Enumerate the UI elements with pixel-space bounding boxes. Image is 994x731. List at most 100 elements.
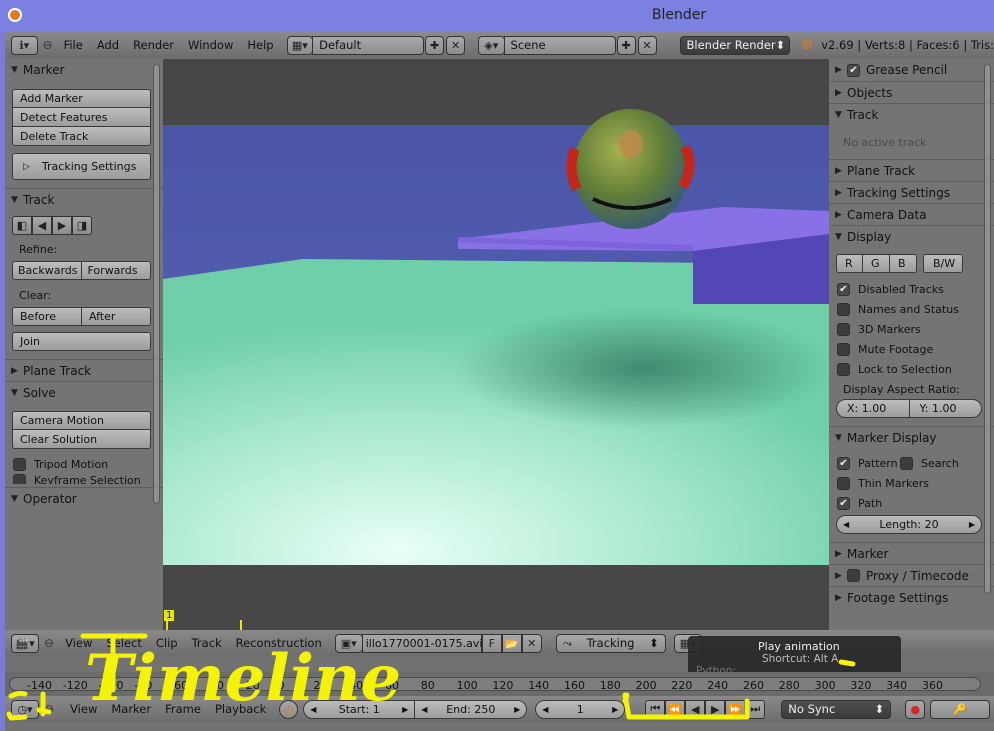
add-marker-button[interactable]: Add Marker [12,89,151,108]
join-button[interactable]: Join [12,332,151,351]
add-scene-icon[interactable]: ✚ [616,35,636,55]
keying-set-icon[interactable]: 🔑 [930,699,991,719]
pattern-checkbox[interactable]: ✔ Pattern Search [829,453,994,473]
play-reverse-icon[interactable]: ◀ [685,699,706,719]
record-icon[interactable]: ● [905,699,926,719]
path-checkbox[interactable]: ✔ Path [829,493,994,513]
scene-icon[interactable]: ◈▾ [478,35,505,55]
open-clip-icon[interactable]: 📂 [501,633,522,653]
add-layout-icon[interactable]: ✚ [425,35,445,55]
display-header[interactable]: ▼ Display [829,225,994,247]
current-frame-field[interactable]: ◀ 1 ▶ [535,699,626,719]
clip-menu-view[interactable]: View [58,636,99,650]
clip-viewport[interactable]: 1 [163,59,833,630]
decrement-icon[interactable]: ◀ [310,705,316,714]
markers-3d-checkbox[interactable]: 3D Markers [829,319,994,339]
plane-track-section-header[interactable]: ▶ Plane Track [5,359,163,381]
jump-keyframe-back-icon[interactable]: ⏪ [665,699,686,719]
fake-user-toggle[interactable]: F [481,633,502,653]
clear-after-button[interactable]: After [82,307,151,326]
properties-scrollbar[interactable] [984,64,991,594]
menu-window[interactable]: Window [181,38,240,52]
unlink-clip-icon[interactable]: ✕ [521,633,542,653]
lock-selection-checkbox[interactable]: Lock to Selection [829,359,994,379]
camera-motion-button[interactable]: Camera Motion [12,411,151,430]
increment-icon[interactable]: ▶ [969,520,975,529]
clip-menu-track[interactable]: Track [185,636,229,650]
grease-pencil-header[interactable]: ▶ ✔ Grease Pencil [829,59,994,81]
channel-bw-button[interactable]: B/W [923,254,963,273]
channel-g-button[interactable]: G [863,254,890,273]
disabled-tracks-checkbox[interactable]: ✔ Disabled Tracks [829,279,994,299]
timeline-menu-view[interactable]: View [58,702,104,716]
editor-type-info-icon[interactable]: ℹ▾ [11,35,38,55]
increment-icon[interactable]: ▶ [612,705,618,714]
tripod-motion-checkbox[interactable]: Tripod Motion [5,454,163,474]
keyframe-selection-checkbox[interactable]: Keyframe Selection [5,474,163,484]
menu-help[interactable]: Help [240,38,280,52]
collapse-menu-icon[interactable]: ⊖ [40,702,58,716]
proxy-timecode-header[interactable]: ▶ Proxy / Timecode [829,564,994,586]
footage-settings-header[interactable]: ▶ Footage Settings [829,586,994,608]
timeline-menu-playback[interactable]: Playback [208,702,273,716]
proxy-checkbox[interactable] [847,569,860,582]
camera-data-header[interactable]: ▶ Camera Data [829,203,994,225]
mode-select[interactable]: ⤳ Tracking ⬍ [555,633,666,653]
timeline-menu-frame[interactable]: Frame [158,702,208,716]
editor-type-timeline-icon[interactable]: ◷▾ [11,699,39,719]
delete-track-button[interactable]: Delete Track [12,127,151,146]
scene-select[interactable]: Scene [503,35,616,55]
jump-end-icon[interactable]: ⏭ [745,699,766,719]
tool-shelf-scrollbar[interactable] [153,64,160,504]
jump-keyframe-forward-icon[interactable]: ⏩ [725,699,746,719]
render-engine-select[interactable]: Blender Render ⬍ [679,35,790,55]
start-frame-field[interactable]: ◀ Start: 1 ▶ [303,699,416,719]
clip-menu-select[interactable]: Select [99,636,148,650]
marker-section-header[interactable]: ▼ Marker [5,59,163,81]
detect-features-button[interactable]: Detect Features [12,108,151,127]
solve-section-header[interactable]: ▼ Solve [5,381,163,403]
jump-start-icon[interactable]: ⏮ [645,699,666,719]
objects-header[interactable]: ▶ Objects [829,81,994,103]
grease-pencil-checkbox[interactable]: ✔ [847,63,860,77]
track-backwards-all-icon[interactable]: ◧ [12,216,32,235]
operator-section-header[interactable]: ▼ Operator [5,487,163,509]
menu-add[interactable]: Add [90,38,126,52]
thin-markers-checkbox[interactable]: Thin Markers [829,473,994,493]
track-backwards-icon[interactable]: ◀ [32,216,52,235]
plane-track-header[interactable]: ▶ Plane Track [829,159,994,181]
editor-type-clip-icon[interactable]: 🎬▾ [11,633,39,653]
path-length-field[interactable]: ◀ Length: 20 ▶ [836,515,982,534]
remove-layout-icon[interactable]: ✕ [446,35,466,55]
channel-b-button[interactable]: B [890,254,917,273]
screen-layout-select[interactable]: Default [312,35,425,55]
clear-before-button[interactable]: Before [12,307,82,326]
clip-name-field[interactable]: illo1770001-0175.avi [361,633,482,653]
track-forwards-icon[interactable]: ▶ [52,216,72,235]
increment-icon[interactable]: ▶ [402,705,408,714]
tracking-settings-button[interactable]: ▷ Tracking Settings [12,153,151,180]
track-section-header[interactable]: ▼ Track [5,188,163,210]
aspect-x-field[interactable]: X: 1.00 [836,399,910,418]
increment-icon[interactable]: ▶ [514,705,520,714]
end-frame-field[interactable]: ◀ End: 250 ▶ [415,699,528,719]
track-header[interactable]: ▼ Track [829,103,994,125]
decrement-icon[interactable]: ◀ [542,705,548,714]
search-checkbox-box[interactable] [900,456,913,470]
clear-solution-button[interactable]: Clear Solution [12,430,151,449]
menu-file[interactable]: File [57,38,90,52]
clip-browse-icon[interactable]: ▣▾ [334,633,363,653]
screen-layout-icon[interactable]: ▦▾ [286,35,314,55]
remove-scene-icon[interactable]: ✕ [637,35,657,55]
clip-menu-clip[interactable]: Clip [149,636,185,650]
tracking-settings-header[interactable]: ▶ Tracking Settings [829,181,994,203]
timeline-ruler[interactable]: -140 -120 -100 -80 -60 -40 -20 0 20 40 60 80 100 120 1… [5,672,994,696]
track-forwards-all-icon[interactable]: ◨ [72,216,92,235]
mute-footage-checkbox[interactable]: Mute Footage [829,339,994,359]
channel-r-button[interactable]: R [836,254,863,273]
marker-display-header[interactable]: ▼ Marker Display [829,426,994,448]
marker-header[interactable]: ▶ Marker [829,542,994,564]
refine-backwards-button[interactable]: Backwards [12,261,82,280]
clip-menu-reconstruction[interactable]: Reconstruction [229,636,329,650]
timeline-menu-marker[interactable]: Marker [104,702,158,716]
